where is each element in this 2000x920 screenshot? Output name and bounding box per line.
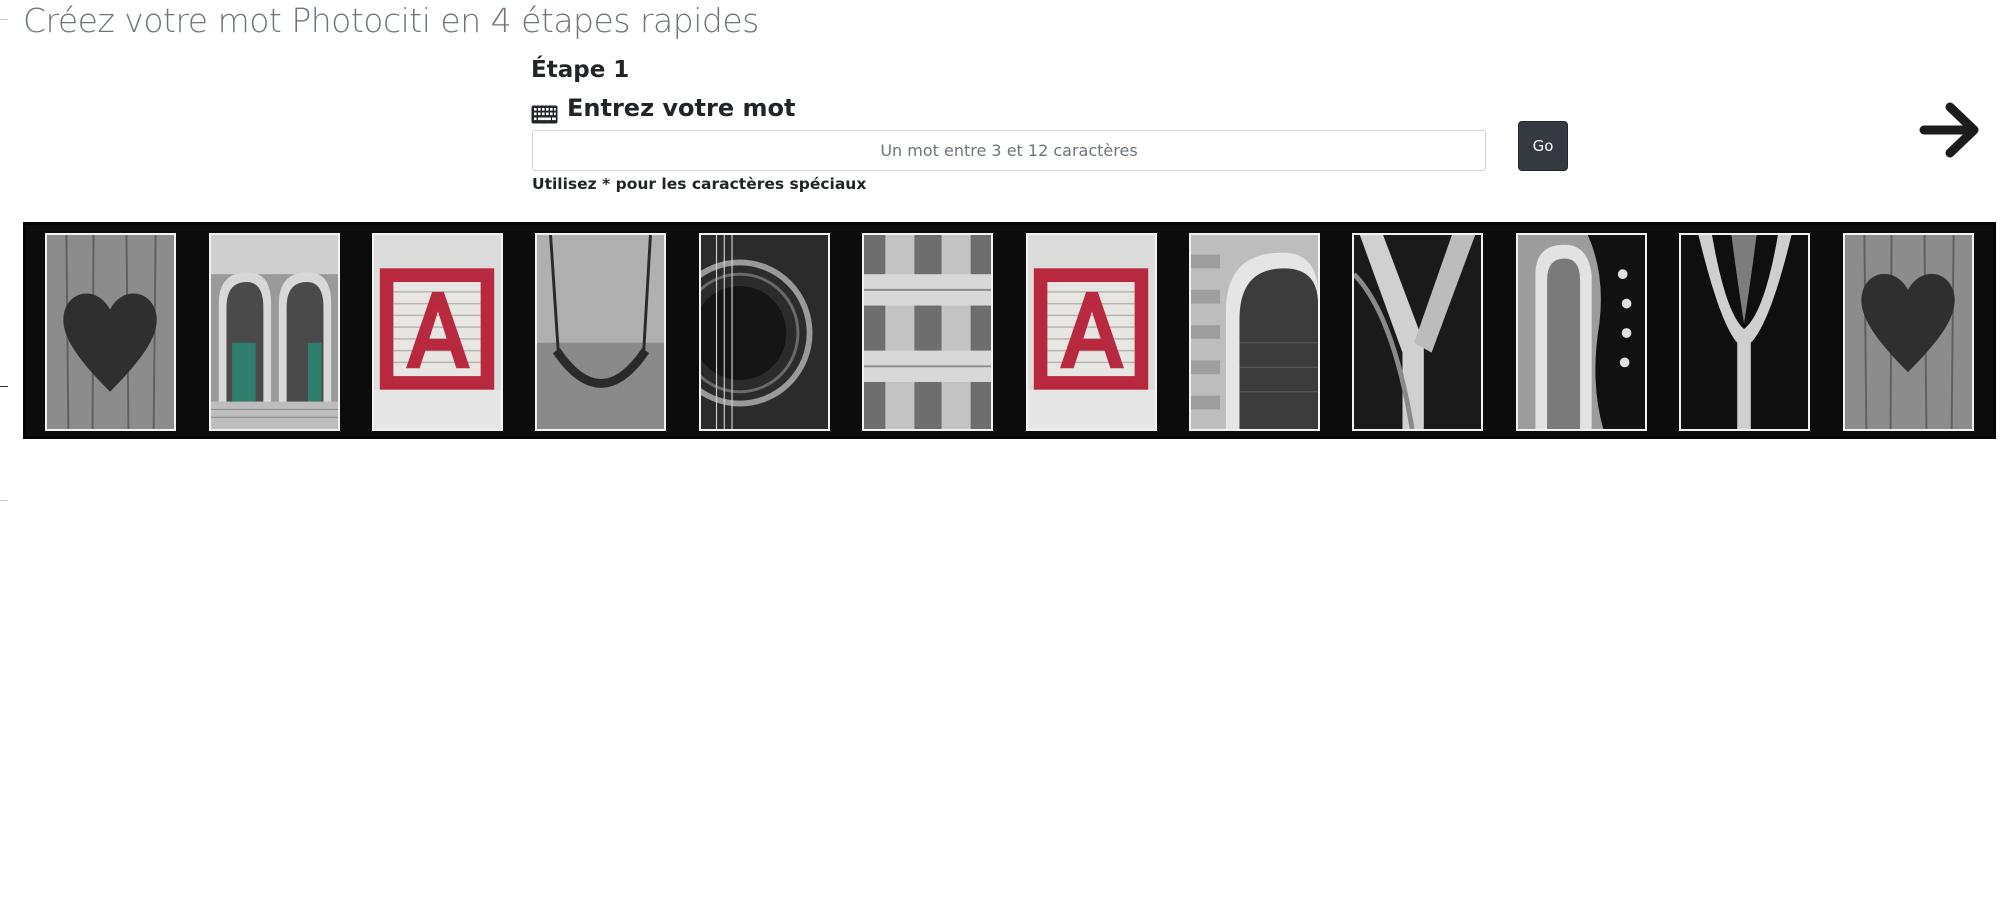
glass-stem-tile	[1679, 233, 1810, 431]
step-title: Entrez votre mot	[531, 91, 1576, 125]
edge-divider	[0, 500, 8, 501]
letter-block-a-tile-2	[1026, 233, 1157, 431]
step-number: Étape 1	[531, 57, 630, 83]
y-shape-tile	[1352, 233, 1483, 431]
woven-strap-tile	[862, 233, 993, 431]
swing-tile	[535, 233, 666, 431]
guitar-tile	[699, 233, 830, 431]
page-title: Créez votre mot Photociti en 4 étapes ra…	[23, 1, 759, 40]
word-preview-strip	[23, 222, 1996, 439]
heart-tile-2	[1843, 233, 1974, 431]
stone-arch-tile	[1189, 233, 1320, 431]
arch-doorway-tile	[209, 233, 340, 431]
step-panel: Étape 1 Entrez votre mot	[531, 53, 1576, 125]
word-input[interactable]	[532, 130, 1486, 171]
step-title-label: Entrez votre mot	[567, 94, 796, 122]
arrow-right-icon[interactable]	[1918, 98, 1982, 162]
heart-tile	[45, 233, 176, 431]
keyboard-icon	[531, 99, 558, 123]
sneaker-tile	[1516, 233, 1647, 431]
edge-divider	[0, 19, 8, 20]
go-button[interactable]: Go	[1518, 121, 1568, 171]
letter-block-a-tile	[372, 233, 503, 431]
edge-divider	[0, 386, 8, 387]
special-characters-hint: Utilisez * pour les caractères spéciaux	[532, 175, 867, 193]
